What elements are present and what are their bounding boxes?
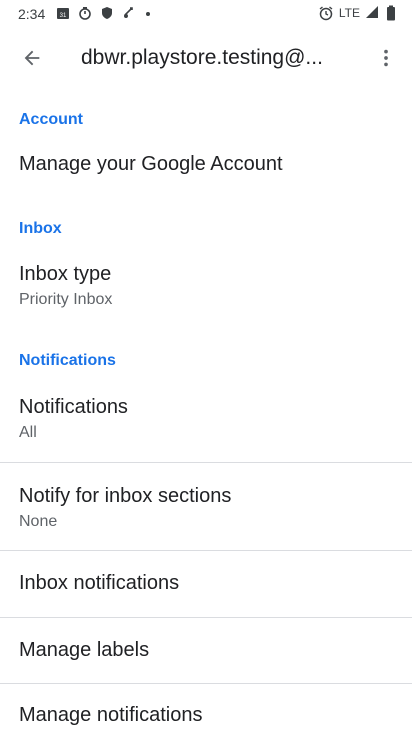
notify-inbox-sections-item[interactable]: Notify for inbox sections None <box>0 474 412 550</box>
notifications-item[interactable]: Notifications All <box>0 385 412 461</box>
app-title: dbwr.playstore.testing@... <box>81 46 323 69</box>
signal-icon <box>365 5 381 21</box>
timer-icon <box>78 6 94 22</box>
section-header-notifications: Notifications <box>19 352 116 369</box>
status-left-icons: 31 <box>56 6 160 22</box>
calendar-icon: 31 <box>56 6 72 22</box>
manage-google-account-label: Manage your Google Account <box>19 153 283 175</box>
inbox-notifications-item[interactable]: Inbox notifications <box>0 552 412 616</box>
divider <box>0 550 412 551</box>
more-options-button[interactable] <box>366 40 406 80</box>
inbox-type-value: Priority Inbox <box>19 291 113 308</box>
manage-labels-item[interactable]: Manage labels <box>0 619 412 683</box>
notifications-title: Notifications <box>19 396 128 418</box>
manage-labels-label: Manage labels <box>19 639 150 661</box>
network-label: LTE <box>338 6 360 20</box>
manage-notifications-label: Manage notifications <box>19 704 203 726</box>
svg-text:31: 31 <box>60 13 67 19</box>
manage-google-account-item[interactable]: Manage your Google Account <box>0 138 412 194</box>
battery-icon <box>386 5 402 21</box>
section-header-account: Account <box>19 111 83 128</box>
alarm-icon <box>318 5 334 21</box>
dot-icon <box>144 6 160 22</box>
divider <box>0 683 412 684</box>
section-header-inbox: Inbox <box>19 220 62 237</box>
divider <box>0 462 412 463</box>
inbox-type-title: Inbox type <box>19 263 112 285</box>
arrow-back-icon <box>21 47 43 74</box>
status-bar: 2:34 31 LTE <box>0 0 412 28</box>
app-bar: dbwr.playstore.testing@... <box>0 28 412 92</box>
notify-inbox-sections-value: None <box>19 513 58 530</box>
inbox-type-item[interactable]: Inbox type Priority Inbox <box>0 252 412 320</box>
back-button[interactable] <box>12 40 52 80</box>
more-vert-icon <box>375 47 397 74</box>
notify-inbox-sections-title: Notify for inbox sections <box>19 485 232 507</box>
shield-icon <box>100 6 116 22</box>
notifications-value: All <box>19 424 37 441</box>
inbox-notifications-label: Inbox notifications <box>19 572 180 594</box>
manage-notifications-item[interactable]: Manage notifications <box>0 685 412 732</box>
status-right-icons: LTE <box>318 5 402 21</box>
sync-icon <box>122 6 138 22</box>
divider <box>0 617 412 618</box>
status-time: 2:34 <box>18 6 46 22</box>
